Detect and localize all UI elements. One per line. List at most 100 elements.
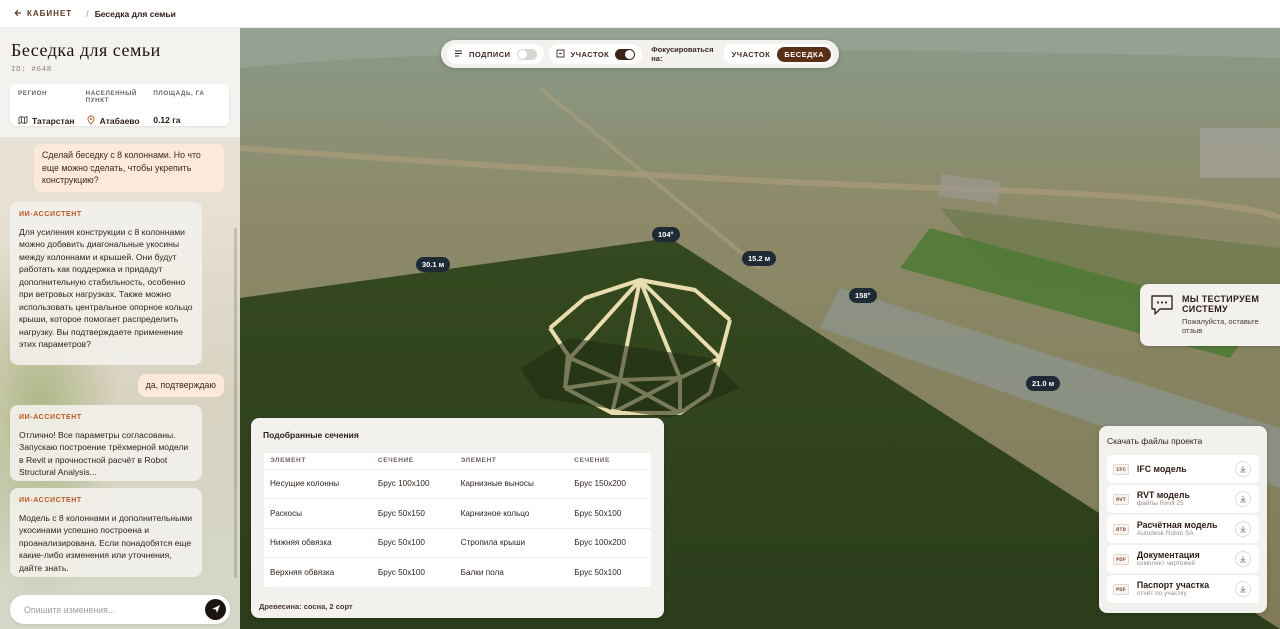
file-type-badge: RVT [1113, 493, 1129, 505]
table-row: Несущие колонны Брус 100x100 Карнизные в… [264, 469, 651, 499]
column-header: ЭЛЕМЕНТ [264, 453, 372, 470]
back-link[interactable]: КАБИНЕТ [14, 9, 72, 19]
file-item-ifc[interactable]: IFC IFC модель [1107, 455, 1259, 483]
table-cell: Брус 150x200 [568, 469, 651, 499]
feedback-card[interactable]: МЫ ТЕСТИРУЕМ СИСТЕМУ Пожалуйста, оставьт… [1140, 284, 1280, 346]
file-type-badge: IFC [1113, 463, 1129, 475]
file-name: RVT модель [1136, 490, 1190, 500]
meta-value-row: Татарстан [18, 115, 75, 127]
plot-toggle-control[interactable]: УЧАСТОК [548, 44, 643, 64]
download-button[interactable] [1235, 551, 1251, 567]
file-name: Документация [1136, 550, 1200, 560]
meta-value-row: Атабаево [86, 115, 140, 127]
table-cell: Верхняя обвязка [264, 557, 372, 588]
file-type-badge: PDF [1113, 553, 1129, 565]
assistant-label: ИИ-АССИСТЕНТ [19, 414, 82, 421]
table-row: Раскосы Брус 50x150 Карнизное кольцо Бру… [264, 498, 651, 529]
labels-toggle[interactable] [516, 48, 537, 60]
message-text: Модель с 8 колоннами и дополнительными у… [19, 512, 193, 573]
sections-panel: Подобранные сечения ЭЛЕМЕНТ СЕЧЕНИЕ ЭЛЕМ… [251, 418, 664, 618]
table-cell: Карнизные выносы [454, 469, 569, 499]
file-item-rvt[interactable]: RVT RVT модель файлы Revit 25 [1107, 485, 1259, 513]
focus-label: Фокусироваться на: [651, 45, 714, 63]
map-viewport[interactable]: ПОДПИСИ УЧАСТОК Фокусироваться на: УЧАСТ… [240, 28, 1280, 629]
breadcrumb-separator: / [86, 8, 89, 19]
top-bar: КАБИНЕТ / Беседка для семьи [0, 0, 1280, 28]
assistant-label: ИИ-АССИСТЕНТ [19, 497, 82, 504]
sidebar: Беседка для семьи ID: #648 РЕГИОН Татарс… [0, 28, 240, 629]
column-header: СЕЧЕНИЕ [568, 453, 651, 470]
dimension-label: 30.1 м [416, 257, 451, 272]
table-cell: Балки пола [454, 557, 569, 588]
file-subtitle: Autodesk Robot SA [1136, 530, 1194, 537]
send-icon [211, 601, 221, 619]
focus-option-gazebo[interactable]: БЕСЕДКА [777, 46, 831, 62]
table-cell: Нижняя обвязка [264, 528, 372, 558]
table-cell: Раскосы [264, 498, 372, 529]
send-button[interactable] [205, 599, 226, 620]
column-header: ЭЛЕМЕНТ [454, 453, 569, 470]
file-item-docs[interactable]: PDF Документация комплект чертежей [1107, 545, 1259, 573]
sections-footer: Древесина: сосна, 2 сорт [259, 602, 353, 611]
feedback-title: МЫ ТЕСТИРУЕМ СИСТЕМУ [1182, 294, 1260, 314]
meta-area: ПЛОЩАДЬ, ГА 0.12 га [153, 90, 221, 125]
table-cell: Несущие колонны [264, 469, 372, 499]
page-title: Беседка для семьи [11, 40, 161, 60]
meta-value: 0.12 га [153, 115, 181, 125]
table-row: Верхняя обвязка Брус 50x100 Балки пола Б… [264, 557, 651, 588]
meta-value-row: 0.12 га [153, 115, 180, 125]
table-cell: Брус 50x100 [568, 498, 651, 529]
plot-toggle[interactable] [615, 48, 636, 60]
download-button[interactable] [1235, 521, 1251, 537]
file-item-rtd[interactable]: RTD Расчётная модель Autodesk Robot SA [1107, 515, 1259, 543]
table-cell: Стропила крыши [454, 528, 569, 558]
download-button[interactable] [1235, 491, 1251, 507]
dimension-label: 21.0 м [1026, 376, 1061, 391]
message-text: да, подтверждаю [145, 380, 216, 390]
meta-label: ПЛОЩАДЬ, ГА [153, 90, 205, 97]
chat-composer [10, 595, 230, 624]
focus-option-plot[interactable]: УЧАСТОК [725, 47, 778, 62]
project-info: Беседка для семьи ID: #648 РЕГИОН Татарс… [0, 28, 240, 137]
table-cell: Брус 50x100 [371, 528, 455, 558]
meta-value: Татарстан [32, 116, 75, 126]
dimension-label: 158° [849, 288, 877, 303]
files-title: Скачать файлы проекта [1107, 436, 1203, 446]
download-icon [1239, 550, 1247, 568]
breadcrumb: Беседка для семьи [94, 8, 176, 19]
meta-label: РЕГИОН [18, 90, 48, 97]
plot-icon [556, 49, 565, 60]
chat-message-assistant: ИИ-АССИСТЕНТ Для усиления конструкции с … [10, 202, 202, 365]
file-subtitle: комплект чертежей [1136, 560, 1196, 567]
table-cell: Брус 50x150 [371, 498, 455, 529]
feedback-subtitle: Пожалуйста, оставьте отзыв [1182, 317, 1259, 335]
table-row: Нижняя обвязка Брус 50x100 Стропила крыш… [264, 528, 651, 558]
list-icon [454, 49, 463, 60]
labels-toggle-label: ПОДПИСИ [469, 49, 511, 59]
download-button[interactable] [1235, 461, 1251, 477]
meta-locality: НАСЕЛЕННЫЙ ПУНКТ Атабаево [86, 90, 154, 126]
project-id: ID: #648 [11, 66, 52, 74]
labels-toggle-control[interactable]: ПОДПИСИ [447, 44, 544, 64]
download-button[interactable] [1235, 581, 1251, 597]
arrow-left-icon [14, 9, 22, 19]
chat-message-assistant: ИИ-АССИСТЕНТ Отлично! Все параметры согл… [10, 405, 202, 481]
meta-value: Атабаево [99, 116, 140, 126]
chat-scrollbar[interactable] [234, 228, 237, 578]
map-icon [18, 115, 28, 127]
message-text: Отлично! Все параметры согласованы. Запу… [19, 429, 189, 478]
table-cell: Карнизное кольцо [454, 498, 569, 529]
file-item-plot-passport[interactable]: PDF Паспорт участка отчёт по участку [1107, 575, 1259, 603]
project-meta-card: РЕГИОН Татарстан НАСЕЛЕННЫЙ ПУНКТ Атабае… [10, 84, 229, 126]
file-subtitle: отчёт по участку [1136, 590, 1187, 597]
map-toolbar: ПОДПИСИ УЧАСТОК Фокусироваться на: УЧАСТ… [441, 40, 839, 68]
dimension-label: 15.2 м [742, 251, 777, 266]
table-cell: Брус 100x200 [568, 528, 651, 558]
file-name: Расчётная модель [1136, 520, 1218, 530]
chat-thread[interactable]: Сделай беседку с 8 колоннами. Но что еще… [0, 138, 240, 578]
chat-input[interactable] [24, 604, 194, 615]
sections-table: ЭЛЕМЕНТ СЕЧЕНИЕ ЭЛЕМЕНТ СЕЧЕНИЕ Несущие … [264, 453, 651, 588]
download-icon [1239, 460, 1247, 478]
table-cell: Брус 100x100 [371, 469, 455, 499]
file-subtitle: файлы Revit 25 [1136, 500, 1184, 507]
